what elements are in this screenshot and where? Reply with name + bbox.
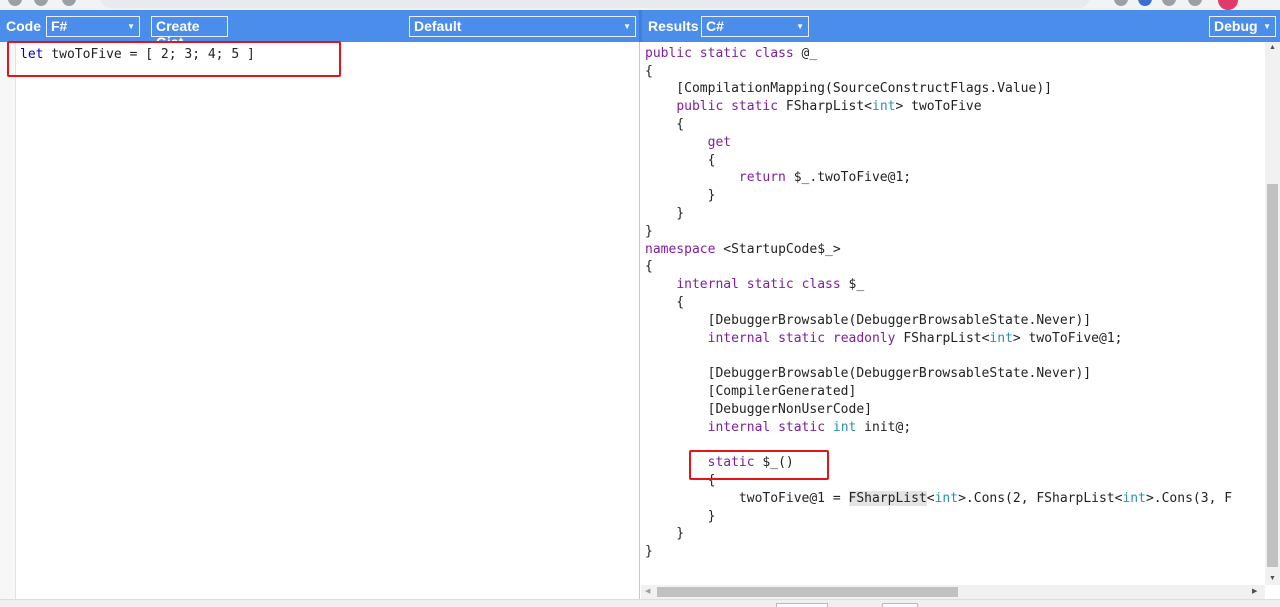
scroll-down-icon[interactable]: ▼ — [1269, 575, 1276, 582]
results-line: { — [645, 259, 653, 275]
results-line: } — [645, 526, 685, 542]
results-line: internal static int init@; — [707, 419, 912, 435]
chevron-down-icon: ▼ — [796, 22, 804, 31]
results-label: Results — [648, 18, 699, 34]
address-bar[interactable] — [100, 0, 1090, 8]
results-pane[interactable]: [CompilationMapping(SourceConstructFlags… — [641, 42, 1280, 599]
puzzle-icon[interactable] — [1162, 0, 1176, 6]
results-line: internal static readonly FSharpList<int>… — [707, 330, 1123, 346]
extension-icon[interactable] — [1138, 0, 1152, 6]
scroll-up-icon[interactable]: ▲ — [1269, 44, 1276, 51]
results-line: namespace <StartupCode$_> — [645, 241, 841, 257]
scroll-left-icon[interactable]: ◀ — [645, 587, 650, 595]
chevron-down-icon: ▼ — [1263, 22, 1271, 31]
code-label: Code — [6, 18, 41, 34]
results-line: [DebuggerBrowsable(DebuggerBrowsableStat… — [645, 312, 1092, 328]
horizontal-scroll-thumb[interactable] — [657, 587, 958, 597]
sidebar-icon[interactable] — [1188, 0, 1202, 6]
results-line: { — [645, 116, 685, 132]
results-line: [CompilerGenerated] — [645, 383, 857, 399]
editor-gutter — [0, 42, 16, 599]
vertical-scrollbar[interactable]: ▲ ▼ — [1265, 42, 1280, 585]
mode-select[interactable]: Default ▼ — [409, 16, 636, 37]
results-line: { — [645, 294, 685, 310]
results-language-select[interactable]: C# ▼ — [701, 16, 809, 37]
results-line: } — [645, 223, 653, 239]
status-box — [776, 603, 828, 607]
results-code: [CompilationMapping(SourceConstructFlags… — [645, 42, 1232, 561]
results-line: } — [645, 188, 716, 204]
results-language-value: C# — [706, 18, 724, 34]
results-line: internal static class $_ — [676, 277, 865, 293]
avatar[interactable] — [1218, 0, 1238, 10]
results-line: twoToFive@1 = FSharpList<int>.Cons(2, FS… — [645, 490, 1233, 506]
vertical-scroll-thumb[interactable] — [1267, 184, 1278, 567]
build-select-value: Debug — [1214, 18, 1258, 34]
chevron-down-icon: ▼ — [623, 22, 631, 31]
results-line: [DebuggerNonUserCode] — [645, 401, 872, 417]
pane-divider[interactable] — [639, 10, 642, 42]
code-editor[interactable]: let twoToFive = [ 2; 3; 4; 5 ] — [0, 42, 640, 599]
results-line: } — [645, 205, 685, 221]
back-icon[interactable] — [8, 0, 22, 6]
scroll-right-icon[interactable]: ▶ — [1252, 587, 1257, 595]
browser-strip — [0, 0, 1280, 10]
results-line: [CompilationMapping(SourceConstructFlags… — [645, 81, 1052, 97]
results-line — [645, 347, 1232, 365]
reload-icon[interactable] — [62, 0, 76, 6]
status-box — [882, 603, 918, 607]
bottom-strip — [0, 599, 1280, 607]
results-line: get — [707, 134, 732, 150]
results-line: public static class @_ — [645, 45, 818, 61]
results-line: { — [645, 63, 653, 79]
language-select-value: F# — [51, 18, 68, 34]
results-line: { — [645, 152, 716, 168]
extension-icon[interactable] — [1114, 0, 1128, 6]
horizontal-scrollbar[interactable]: ◀ ▶ — [641, 585, 1265, 599]
results-line: return $_.twoToFive@1; — [738, 170, 912, 186]
forward-icon[interactable] — [34, 0, 48, 6]
results-line: } — [645, 508, 716, 524]
results-line: } — [645, 544, 653, 560]
annotation-box-editor — [7, 41, 341, 77]
results-line: [DebuggerBrowsable(DebuggerBrowsableStat… — [645, 366, 1092, 382]
build-select[interactable]: Debug ▼ — [1209, 16, 1276, 37]
chevron-down-icon: ▼ — [127, 22, 135, 31]
annotation-box-static-ctor — [689, 450, 829, 480]
results-line: public static FSharpList<int> twoToFive — [676, 99, 982, 115]
mode-select-value: Default — [414, 18, 462, 34]
create-gist-button[interactable]: Create Gist — [151, 16, 228, 50]
language-select[interactable]: F# ▼ — [46, 16, 140, 37]
